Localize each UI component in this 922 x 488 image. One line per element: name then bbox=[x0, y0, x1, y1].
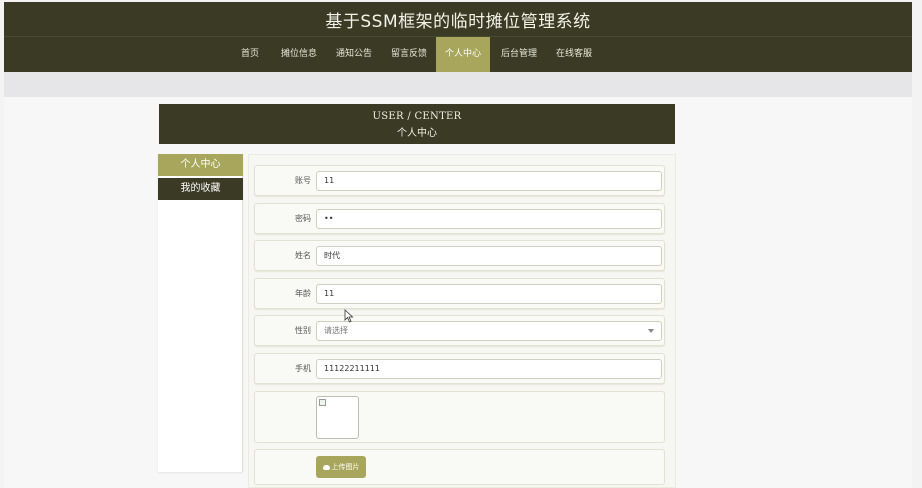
sub-header-strip bbox=[4, 72, 912, 97]
user-sidebar: 个人中心 我的收藏 bbox=[158, 154, 243, 472]
upload-row: 上传图片 bbox=[254, 449, 665, 485]
site-header: 基于SSM框架的临时摊位管理系统 bbox=[4, 2, 912, 37]
avatar-image-preview bbox=[316, 396, 359, 439]
sidebar-item-personal-center[interactable]: 个人中心 bbox=[158, 154, 243, 176]
main-nav: 首页 摊位信息 通知公告 留言反馈 个人中心 后台管理 在线客服 bbox=[4, 37, 912, 72]
banner-title-en: USER / CENTER bbox=[372, 111, 462, 122]
nav-admin[interactable]: 后台管理 bbox=[493, 37, 545, 72]
nav-online-service[interactable]: 在线客服 bbox=[548, 37, 600, 72]
phone-row: 手机 11122211111 bbox=[254, 353, 665, 384]
mouse-pointer-icon bbox=[344, 309, 354, 323]
broken-image-icon bbox=[319, 399, 326, 406]
phone-input[interactable]: 11122211111 bbox=[316, 359, 662, 379]
gender-select-value: 请选择 bbox=[324, 326, 348, 335]
nav-personal-center[interactable]: 个人中心 bbox=[436, 37, 490, 72]
user-center-banner: USER / CENTER 个人中心 bbox=[159, 104, 675, 144]
upload-button-label: 上传图片 bbox=[331, 463, 360, 471]
nav-stall-info[interactable]: 摊位信息 bbox=[273, 37, 325, 72]
nav-feedback[interactable]: 留言反馈 bbox=[383, 37, 435, 72]
chevron-down-icon bbox=[648, 329, 654, 333]
upload-image-button[interactable]: 上传图片 bbox=[316, 456, 366, 478]
account-label: 账号 bbox=[295, 176, 311, 185]
account-input[interactable]: 11 bbox=[316, 171, 662, 191]
age-row: 年龄 11 bbox=[254, 278, 665, 309]
password-input[interactable]: •• bbox=[316, 209, 662, 229]
nav-home[interactable]: 首页 bbox=[229, 37, 271, 72]
account-row: 账号 11 bbox=[254, 165, 665, 196]
avatar-row bbox=[254, 391, 665, 443]
phone-label: 手机 bbox=[295, 364, 311, 373]
gender-row: 性别 请选择 bbox=[254, 315, 665, 346]
sidebar-item-favorites[interactable]: 我的收藏 bbox=[158, 178, 243, 200]
site-title: 基于SSM框架的临时摊位管理系统 bbox=[325, 11, 591, 32]
age-input[interactable]: 11 bbox=[316, 284, 662, 304]
gender-select[interactable]: 请选择 bbox=[316, 321, 662, 341]
nav-notices[interactable]: 通知公告 bbox=[328, 37, 380, 72]
gender-label: 性别 bbox=[295, 326, 311, 335]
name-input[interactable]: 时代 bbox=[316, 246, 662, 266]
password-row: 密码 •• bbox=[254, 203, 665, 234]
banner-title-zh: 个人中心 bbox=[397, 128, 437, 139]
password-label: 密码 bbox=[295, 214, 311, 223]
cloud-upload-icon bbox=[322, 464, 330, 470]
age-label: 年龄 bbox=[295, 289, 311, 298]
name-row: 姓名 时代 bbox=[254, 240, 665, 271]
name-label: 姓名 bbox=[295, 251, 311, 260]
